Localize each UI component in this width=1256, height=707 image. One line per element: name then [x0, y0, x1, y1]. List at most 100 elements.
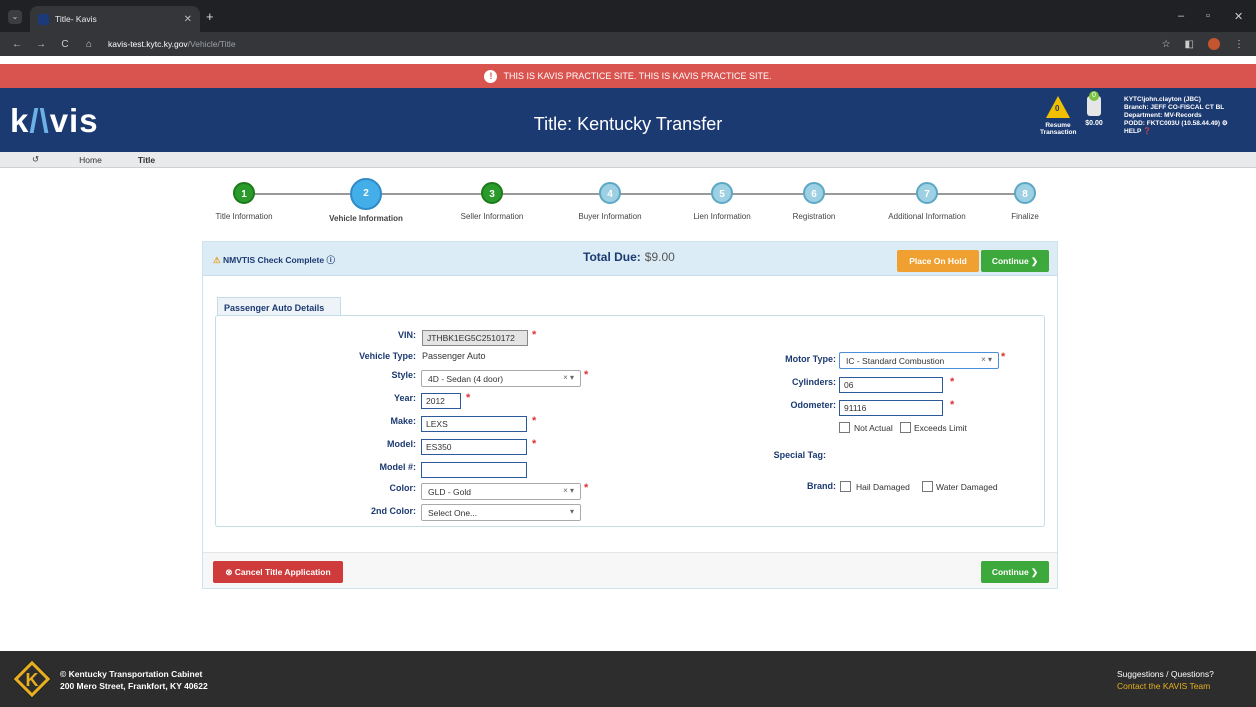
section-tab: Passenger Auto Details: [217, 297, 341, 316]
step-registration[interactable]: 6 Registration: [759, 178, 869, 221]
cart-icon: 0: [1087, 91, 1101, 116]
year-label: Year:: [393, 393, 416, 403]
hail-damaged-checkbox[interactable]: [840, 481, 851, 492]
browser-chrome: ⌄ Title- Kavis ✕ + – ▫ ✕ ← → C ⌂ kavis-t…: [0, 0, 1256, 56]
required-icon: *: [1001, 351, 1006, 363]
color-label: Color:: [389, 483, 417, 493]
vin-field[interactable]: JTHBK1EG5C2510172: [422, 330, 528, 346]
profile-avatar[interactable]: [1208, 38, 1220, 50]
contact-kavis-link[interactable]: Contact the KAVIS Team: [1117, 681, 1210, 691]
second-color-label: 2nd Color:: [371, 506, 416, 516]
warning-icon: ⚠: [213, 255, 221, 265]
motor-type-select[interactable]: IC - Standard Combustion × ▾: [839, 352, 999, 369]
favicon-icon: [38, 13, 49, 25]
cancel-title-application-button[interactable]: ⊗ Cancel Title Application: [213, 561, 343, 583]
required-icon: *: [950, 376, 955, 388]
exceeds-limit-checkbox[interactable]: [900, 422, 911, 433]
step-seller-information[interactable]: 3 Seller Information: [437, 178, 547, 221]
motor-type-label: Motor Type:: [785, 354, 836, 364]
practice-banner: ! THIS IS KAVIS PRACTICE SITE. THIS IS K…: [0, 64, 1256, 88]
close-icon[interactable]: ✕: [184, 14, 192, 25]
odometer-field[interactable]: 91116: [839, 400, 943, 416]
banner-text: THIS IS KAVIS PRACTICE SITE. THIS IS KAV…: [503, 71, 772, 81]
breadcrumb-title: Title: [137, 154, 156, 165]
step-finalize[interactable]: 8 Finalize: [970, 178, 1080, 221]
breadcrumb: ↺ Home Title: [0, 152, 1256, 168]
bookmark-star-icon[interactable]: ☆: [1162, 39, 1171, 50]
required-icon: *: [584, 369, 589, 381]
make-label: Make:: [390, 416, 416, 426]
footer-suggestions: Suggestions / Questions? Contact the KAV…: [1117, 669, 1214, 691]
close-window-icon[interactable]: ✕: [1234, 10, 1243, 23]
exceeds-limit-label: Exceeds Limit: [914, 423, 967, 433]
tab-search-icon[interactable]: ⌄: [8, 10, 22, 24]
water-damaged-label: Water Damaged: [936, 482, 998, 492]
sidebar-icon[interactable]: ◧: [1185, 39, 1194, 50]
vehicle-type-value: Passenger Auto: [422, 351, 486, 361]
card-toolbar: ⚠ NMVTIS Check Complete ⓘ Total Due: $9.0…: [203, 242, 1057, 276]
back-history-icon[interactable]: ↺: [32, 154, 39, 165]
app-header: k/\vis Title: Kentucky Transfer 0 Resume…: [0, 88, 1256, 152]
kytc-logo-icon: K: [12, 659, 52, 699]
vehicle-card: ⚠ NMVTIS Check Complete ⓘ Total Due: $9.0…: [202, 241, 1058, 589]
continue-button-bottom[interactable]: Continue ❯: [981, 561, 1049, 583]
special-tag-label: Special Tag:: [773, 450, 826, 460]
required-icon: *: [466, 392, 471, 404]
warning-icon: 0: [1046, 96, 1070, 118]
cylinders-field[interactable]: 06: [839, 377, 943, 393]
model-number-field[interactable]: [421, 462, 527, 478]
info-icon[interactable]: ⓘ: [326, 255, 335, 265]
new-tab-icon[interactable]: +: [206, 9, 214, 24]
alert-icon: !: [484, 69, 498, 83]
menu-dots-icon[interactable]: ⋮: [1234, 39, 1244, 50]
back-icon[interactable]: ←: [10, 39, 24, 50]
not-actual-checkbox[interactable]: [839, 422, 850, 433]
forward-icon[interactable]: →: [34, 39, 48, 50]
not-actual-label: Not Actual: [854, 423, 893, 433]
cylinders-label: Cylinders:: [791, 377, 836, 387]
model-number-label: Model #:: [379, 462, 416, 472]
style-select[interactable]: 4D - Sedan (4 door) × ▾: [421, 370, 581, 387]
address-bar: ← → C ⌂ kavis-test.kytc.ky.gov/Vehicle/T…: [0, 32, 1256, 56]
second-color-select[interactable]: Select One... ▾: [421, 504, 581, 521]
breadcrumb-home[interactable]: Home: [79, 155, 102, 165]
step-additional-information[interactable]: 7 Additional Information: [872, 178, 982, 221]
browser-tab[interactable]: Title- Kavis ✕: [30, 6, 200, 32]
step-buyer-information[interactable]: 4 Buyer Information: [555, 178, 665, 221]
card-footer: ⊗ Cancel Title Application Continue ❯: [203, 552, 1057, 588]
model-field[interactable]: ES350: [421, 439, 527, 455]
year-field[interactable]: 2012: [421, 393, 461, 409]
water-damaged-checkbox[interactable]: [922, 481, 933, 492]
vin-label: VIN:: [398, 330, 416, 340]
required-icon: *: [532, 438, 537, 450]
place-on-hold-button[interactable]: Place On Hold: [897, 250, 979, 272]
url-field[interactable]: kavis-test.kytc.ky.gov/Vehicle/Title: [108, 39, 236, 49]
style-label: Style:: [391, 370, 416, 380]
restore-icon[interactable]: ▫: [1206, 10, 1210, 22]
color-select[interactable]: GLD - Gold × ▾: [421, 483, 581, 500]
make-field[interactable]: LEXS: [421, 416, 527, 432]
required-icon: *: [532, 415, 537, 427]
nmvtis-status[interactable]: ⚠ NMVTIS Check Complete ⓘ: [213, 254, 335, 266]
brand-label: Brand:: [807, 481, 836, 491]
vehicle-type-label: Vehicle Type:: [359, 351, 416, 361]
home-icon[interactable]: ⌂: [82, 39, 96, 50]
user-info: KYTC\john.clayton (JBC) Branch: JEFF CO-…: [1124, 96, 1228, 136]
resume-transaction-button[interactable]: 0 Resume Transaction: [1040, 96, 1076, 136]
reload-icon[interactable]: C: [58, 39, 72, 50]
step-title-information[interactable]: 1 Title Information: [189, 178, 299, 221]
required-icon: *: [950, 399, 955, 411]
minimize-icon[interactable]: –: [1178, 10, 1184, 22]
step-vehicle-information[interactable]: 2 Vehicle Information: [311, 178, 421, 223]
model-label: Model:: [387, 439, 416, 449]
continue-button-top[interactable]: Continue ❯: [981, 250, 1049, 272]
hail-damaged-label: Hail Damaged: [856, 482, 910, 492]
odometer-label: Odometer:: [790, 400, 836, 410]
cart-amount: $0.00: [1085, 120, 1103, 127]
tab-title: Title- Kavis: [55, 14, 97, 24]
required-icon: *: [532, 329, 537, 341]
footer-address: © Kentucky Transportation Cabinet 200 Me…: [60, 669, 208, 691]
help-link[interactable]: HELP ❓: [1124, 128, 1228, 136]
progress-steps: 1 Title Information 2 Vehicle Information …: [212, 178, 1047, 228]
cart-button[interactable]: 0 $0.00: [1083, 91, 1105, 127]
